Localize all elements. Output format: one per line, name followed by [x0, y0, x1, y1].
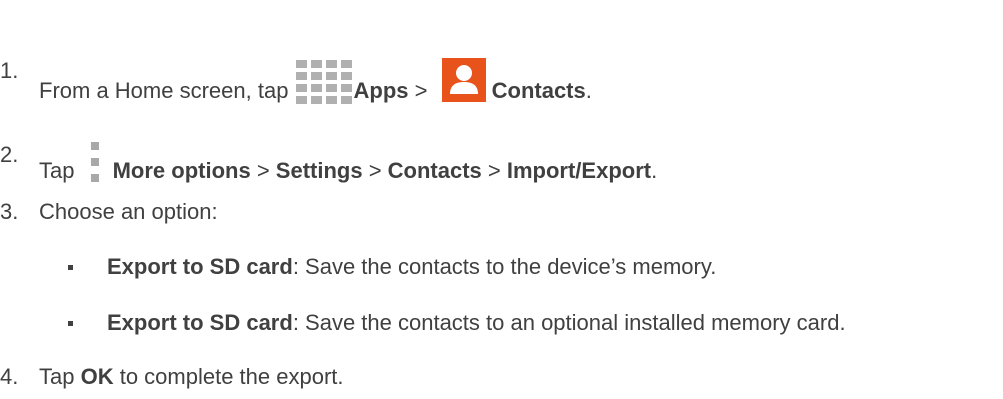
step-text: Choose an option:: [39, 199, 218, 224]
contacts-label: Contacts: [387, 158, 482, 183]
step-text: Tap More options > Settings > Contacts >…: [39, 142, 657, 184]
bullet-icon: [68, 265, 73, 270]
contacts-label: Contacts: [491, 78, 586, 103]
step-number: 4.: [0, 364, 19, 389]
settings-label: Settings: [275, 158, 363, 183]
more-options-icon: [90, 142, 99, 182]
apps-label: Apps: [353, 78, 409, 103]
more-options-label: More options: [112, 158, 251, 183]
contacts-icon: [441, 58, 486, 102]
step-number: 1.: [0, 58, 19, 83]
step-text: From a Home screen, tap Apps > Contacts.: [39, 58, 592, 104]
ok-label: OK: [80, 364, 114, 389]
option-label: Export to SD card: [107, 254, 293, 279]
bullet-icon: [68, 321, 73, 326]
import-export-label: Import/Export: [506, 158, 652, 183]
option-text: Export to SD card: Save the contacts to …: [107, 254, 717, 279]
apps-grid-icon: [295, 60, 352, 104]
option-text: Export to SD card: Save the contacts to …: [107, 310, 846, 335]
step-text: Tap OK to complete the export.: [39, 364, 344, 389]
step-number: 3.: [0, 199, 19, 224]
option-label: Export to SD card: [107, 310, 293, 335]
step-number: 2.: [0, 142, 19, 167]
